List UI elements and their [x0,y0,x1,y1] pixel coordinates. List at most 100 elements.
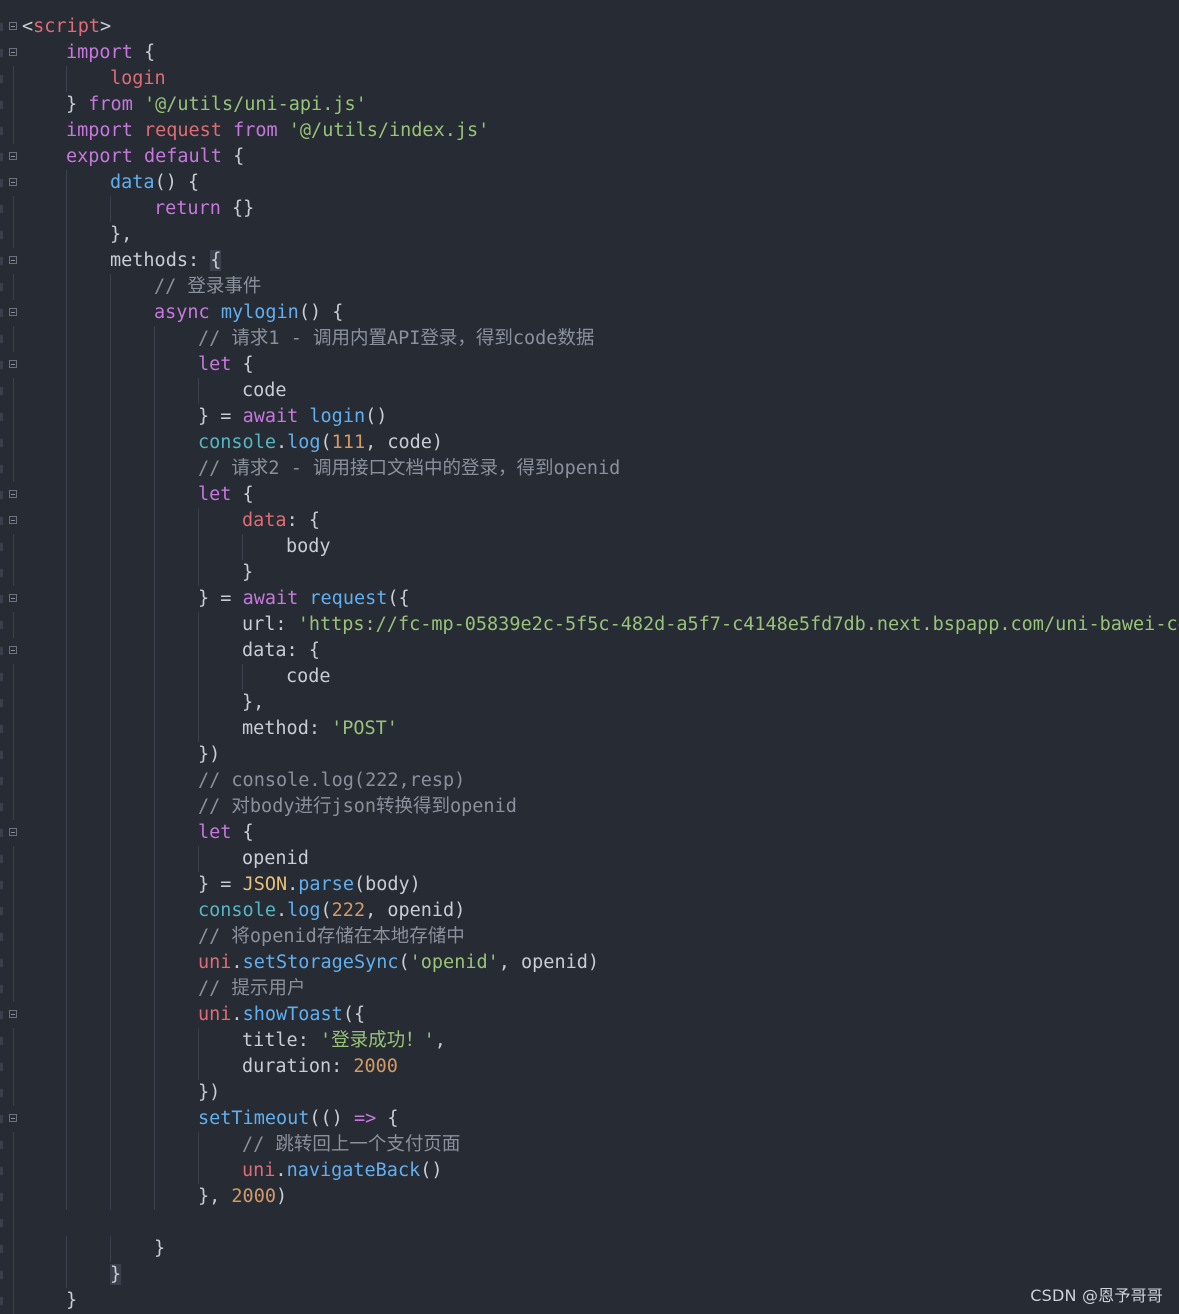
code-line[interactable]: methods: { [22,248,1179,274]
code-line[interactable]: duration: 2000 [22,1054,1179,1080]
code-line[interactable]: }) [22,1080,1179,1106]
fold-toggle-icon[interactable] [9,152,17,160]
token-prop: data [242,510,287,531]
fold-toggle-icon[interactable] [9,594,17,602]
code-line[interactable]: let { [22,352,1179,378]
fold-toggle-icon[interactable] [9,22,17,30]
code-line-content: setTimeout(() => { [22,1108,399,1129]
fold-toggle-icon[interactable] [9,178,17,186]
csdn-watermark: CSDN @恩予哥哥 [1030,1286,1163,1305]
code-area[interactable]: <script> import {login} from '@/utils/uni… [22,14,1179,1314]
code-line[interactable]: // 请求2 - 调用接口文档中的登录，得到openid [22,456,1179,482]
code-line[interactable]: } = JSON.parse(body) [22,872,1179,898]
gutter-tick [0,647,3,655]
code-line[interactable]: openid [22,846,1179,872]
fold-toggle-icon[interactable] [9,516,17,524]
indent-guide [110,1184,111,1210]
code-line[interactable]: method: 'POST' [22,716,1179,742]
code-line[interactable]: // console.log(222,resp) [22,768,1179,794]
token-plain: { [231,484,254,505]
code-editor[interactable]: <script> import {login} from '@/utils/uni… [0,0,1179,1314]
gutter-tick [0,621,3,629]
code-line[interactable]: import request from '@/utils/index.js' [22,118,1179,144]
code-line[interactable]: console.log(111, code) [22,430,1179,456]
code-line[interactable]: url: 'https://fc-mp-05839e2c-5f5c-482d-a… [22,612,1179,638]
code-line[interactable]: } [22,1236,1179,1262]
token-plain: } [66,1290,78,1311]
code-line[interactable]: return {} [22,196,1179,222]
code-line[interactable]: data: { [22,508,1179,534]
code-line[interactable]: }, [22,690,1179,716]
code-line[interactable]: } = await login() [22,404,1179,430]
code-line[interactable]: let { [22,820,1179,846]
fold-toggle-icon[interactable] [9,360,17,368]
indent-guide [66,950,67,976]
code-line[interactable]: let { [22,482,1179,508]
code-line[interactable]: login [22,66,1179,92]
code-line[interactable]: // 提示用户 [22,976,1179,1002]
token-func: setStorageSync [242,952,399,973]
indent-guide [66,1054,67,1080]
gutter-tick [0,1297,3,1305]
gutter-line [0,976,22,1002]
fold-range-line [13,196,14,222]
fold-toggle-icon[interactable] [9,646,17,654]
indent-guide [66,1080,67,1106]
code-line-content: title: '登录成功！', [22,1030,446,1051]
code-line[interactable]: } from '@/utils/uni-api.js' [22,92,1179,118]
code-line-content: }) [22,744,220,765]
indent-guide [66,872,67,898]
code-line[interactable]: }, 2000) [22,1184,1179,1210]
code-line[interactable]: body [22,534,1179,560]
fold-range-line [13,1210,14,1236]
code-line[interactable]: uni.navigateBack() [22,1158,1179,1184]
code-line[interactable]: // 跳转回上一个支付页面 [22,1132,1179,1158]
code-line[interactable]: console.log(222, openid) [22,898,1179,924]
fold-toggle-icon[interactable] [9,1010,17,1018]
code-line[interactable]: } [22,1262,1179,1288]
code-line[interactable]: title: '登录成功！', [22,1028,1179,1054]
code-line[interactable]: // 对body进行json转换得到openid [22,794,1179,820]
code-line[interactable]: data() { [22,170,1179,196]
code-line[interactable]: code [22,378,1179,404]
code-line[interactable]: } = await request({ [22,586,1179,612]
gutter-tick [0,985,3,993]
fold-toggle-icon[interactable] [9,308,17,316]
fold-range-line [13,924,14,950]
indent-guide [66,742,67,768]
token-plain: ) [275,1186,288,1207]
code-line[interactable]: export default { [22,144,1179,170]
gutter-tick [0,1245,3,1253]
code-line[interactable]: async mylogin() { [22,300,1179,326]
fold-toggle-icon[interactable] [9,256,17,264]
code-line[interactable]: code [22,664,1179,690]
code-line[interactable]: setTimeout(() => { [22,1106,1179,1132]
code-line[interactable] [22,1210,1179,1236]
gutter-tick [0,855,3,863]
code-line[interactable]: import { [22,40,1179,66]
editor-gutter[interactable] [0,0,22,1314]
code-line[interactable]: } [22,560,1179,586]
code-line[interactable]: <script> [22,14,1179,40]
indent-guide [110,976,111,1002]
code-line-content: // 将openid存储在本地存储中 [22,926,465,947]
fold-range-line [13,950,14,976]
code-line[interactable]: }) [22,742,1179,768]
fold-toggle-icon[interactable] [9,828,17,836]
fold-toggle-icon[interactable] [9,1114,17,1122]
code-line[interactable]: // 请求1 - 调用内置API登录，得到code数据 [22,326,1179,352]
fold-toggle-icon[interactable] [9,48,17,56]
code-line[interactable]: data: { [22,638,1179,664]
code-line[interactable]: } [22,1288,1179,1314]
code-line[interactable]: // 登录事件 [22,274,1179,300]
code-line[interactable]: uni.setStorageSync('openid', openid) [22,950,1179,976]
gutter-tick [0,543,3,551]
code-line[interactable]: }, [22,222,1179,248]
token-plain: { [231,354,254,375]
token-keyword: let [198,354,232,375]
code-line[interactable]: uni.showToast({ [22,1002,1179,1028]
fold-toggle-icon[interactable] [9,490,17,498]
indent-guide [66,534,67,560]
code-line[interactable]: // 将openid存储在本地存储中 [22,924,1179,950]
